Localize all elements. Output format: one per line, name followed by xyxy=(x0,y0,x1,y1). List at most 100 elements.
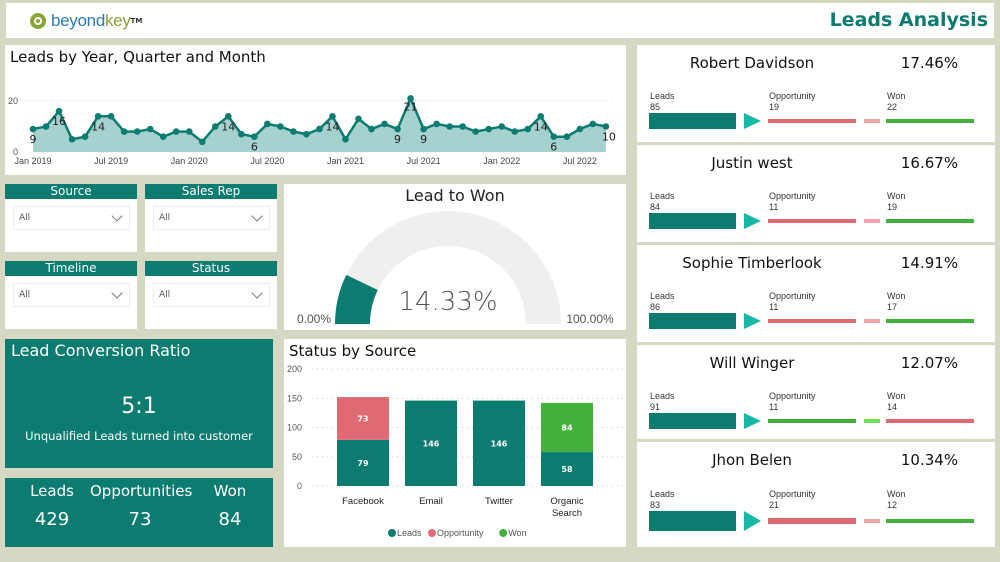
legend-label: Leads xyxy=(397,528,422,538)
data-label: 14 xyxy=(325,120,339,133)
beyondkey-logo: beyond key TM xyxy=(30,11,142,31)
x-tick-label: Jan 2021 xyxy=(327,156,364,166)
rep-name: Robert Davidson xyxy=(689,54,815,72)
rep-won-bar xyxy=(886,519,974,523)
data-point xyxy=(550,133,558,140)
data-point xyxy=(420,125,427,133)
rep-won-bar xyxy=(886,319,974,323)
rep-name: Sophie Timberlook xyxy=(682,254,822,272)
rep-win-rate: 17.46% xyxy=(900,54,959,72)
x-tick-label: Jul 2020 xyxy=(250,156,284,166)
rep-leads-stage: Leads 85 xyxy=(650,91,675,113)
data-label: 14 xyxy=(221,120,235,133)
legend-label: Opportunity xyxy=(437,528,484,538)
data-label: 14 xyxy=(534,120,548,133)
data-label: 21 xyxy=(404,100,418,113)
rep-connector-bar xyxy=(864,419,880,423)
total-won-value: 84 xyxy=(218,509,242,530)
data-point xyxy=(459,123,466,130)
rep-won-value: 17 xyxy=(887,302,898,312)
rep-won-label: Won xyxy=(887,91,906,101)
status-dropdown[interactable]: All xyxy=(153,283,270,307)
status-by-source-chart[interactable]: 0 50 100 150 200 79 73 Facebook 146 Email 146 Twitt… xyxy=(284,339,626,547)
logo-text: beyond xyxy=(51,11,105,30)
data-point xyxy=(211,123,219,130)
data-point xyxy=(368,125,375,133)
funnel-arrow-icon xyxy=(744,213,761,229)
data-point xyxy=(172,128,180,135)
data-point xyxy=(511,128,519,135)
rep-won-bar xyxy=(886,119,974,123)
rep-leads-stage: Leads 83 xyxy=(650,489,675,511)
y-tick-label: 20 xyxy=(8,96,18,106)
y-tick-label: 50 xyxy=(292,452,302,462)
rep-leads-stage: Leads 84 xyxy=(650,191,675,213)
x-tick-label: Jan 2022 xyxy=(483,156,520,166)
source-slicer: Source All xyxy=(5,184,137,252)
data-point xyxy=(185,128,193,135)
timeline-dropdown[interactable]: All xyxy=(13,283,130,307)
rep-opportunity-label: Opportunity xyxy=(769,191,816,201)
rep-name: Justin west xyxy=(711,154,793,172)
rep-leads-bar xyxy=(649,313,736,329)
gauge-svg: 14.33% 0.00% 100.00% xyxy=(297,211,614,326)
rep-leads-stage: Leads 86 xyxy=(650,291,675,313)
sales-rep-card[interactable]: Robert Davidson 17.46% Leads 85 Opportuni… xyxy=(637,45,995,142)
rep-won-value: 12 xyxy=(887,500,898,510)
rep-opportunity-value: 11 xyxy=(769,202,779,212)
source-dropdown[interactable]: All xyxy=(13,206,130,230)
gauge-value: 14.33% xyxy=(398,287,497,317)
rep-opportunity-label: Opportunity xyxy=(769,291,816,301)
sales-rep-card[interactable]: Will Winger 12.07% Leads 91 Opportunity 11… xyxy=(637,345,995,439)
funnel-arrow-icon xyxy=(744,313,761,329)
bar-value-label: 146 xyxy=(423,439,440,448)
sales-rep-dropdown[interactable]: All xyxy=(153,206,270,230)
data-point xyxy=(159,133,167,140)
rep-leads-bar xyxy=(649,511,736,531)
data-point xyxy=(68,135,76,143)
rep-opportunity-label: Opportunity xyxy=(769,91,816,101)
bar-chart-title: Status by Source xyxy=(289,342,417,360)
sales-rep-card[interactable]: Justin west 16.67% Leads 84 Opportunity 11… xyxy=(637,145,995,242)
rep-connector-bar xyxy=(864,319,880,323)
rep-win-rate: 16.67% xyxy=(900,154,959,172)
rep-leads-value: 91 xyxy=(650,402,661,412)
total-opportunities-label: Opportunities xyxy=(90,482,193,500)
data-point xyxy=(537,113,545,120)
chevron-down-icon xyxy=(111,287,123,299)
sales-rep-card[interactable]: Jhon Belen 10.34% Leads 83 Opportunity 21 … xyxy=(637,442,995,547)
data-point xyxy=(94,113,102,120)
y-tick-label: 100 xyxy=(287,423,302,433)
bar-value-label: 146 xyxy=(491,439,508,448)
data-point xyxy=(433,120,440,128)
sales-rep-funnels: Robert Davidson 17.46% Leads 85 Opportuni… xyxy=(637,45,995,547)
data-point xyxy=(133,128,141,135)
rep-opportunity-bar xyxy=(768,518,856,524)
rep-opportunity-value: 11 xyxy=(769,402,779,412)
leads-by-month-chart[interactable]: 0 20 9 16 14 14 6 14 9 21 9 14 6 10 Jan 2019 Jul 2019 Ja… xyxy=(5,45,626,175)
totals-card: Leads 429 Opportunities 73 Won 84 xyxy=(5,478,273,547)
logo-icon xyxy=(30,13,46,29)
rep-connector-bar xyxy=(864,219,880,223)
data-point xyxy=(264,120,271,128)
sales-rep-card[interactable]: Sophie Timberlook 14.91% Leads 86 Opportu… xyxy=(637,245,995,342)
rep-opportunity-bar xyxy=(768,419,856,423)
rep-leads-value: 85 xyxy=(650,102,661,112)
logo-trademark: TM xyxy=(130,17,143,25)
bar-value-label: 58 xyxy=(561,465,573,474)
legend-label: Won xyxy=(508,528,526,538)
rep-leads-stage: Leads 91 xyxy=(650,391,675,413)
rep-leads-label: Leads xyxy=(650,191,675,201)
report-title: Leads Analysis xyxy=(829,9,988,31)
rep-connector-bar xyxy=(864,519,880,523)
rep-leads-bar xyxy=(649,213,736,229)
timeline-slicer: Timeline All xyxy=(5,261,137,329)
x-tick-label: Email xyxy=(419,496,443,507)
rep-leads-label: Leads xyxy=(650,489,675,499)
lead-to-won-gauge[interactable]: 14.33% 0.00% 100.00% Lead to Won xyxy=(284,184,626,330)
data-point xyxy=(146,125,154,133)
status-slicer: Status All xyxy=(145,261,277,329)
rep-win-rate: 14.91% xyxy=(900,254,959,272)
rep-leads-value: 84 xyxy=(650,202,661,212)
y-tick-label: 150 xyxy=(287,393,302,403)
